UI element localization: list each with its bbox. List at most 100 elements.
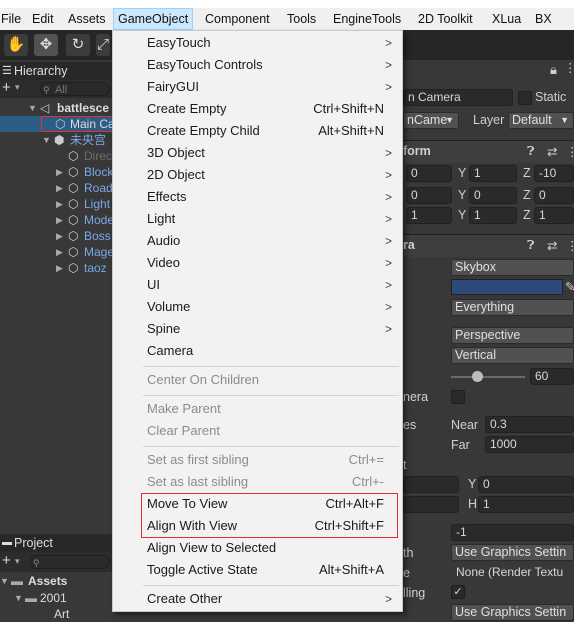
- eyedropper-icon[interactable]: ✎: [565, 279, 574, 294]
- hierarchy-row[interactable]: ⬡ Direc: [0, 148, 112, 164]
- scale-y-field[interactable]: 1: [469, 207, 517, 224]
- rect-w-field[interactable]: [403, 496, 459, 513]
- fov-slider-handle[interactable]: [472, 371, 483, 382]
- background-color-swatch[interactable]: [451, 279, 563, 295]
- menu-2d-toolkit[interactable]: 2D Toolkit: [414, 8, 477, 30]
- layer-dropdown[interactable]: Default ▼: [508, 112, 574, 129]
- expand-arrow-icon[interactable]: ▶: [56, 260, 63, 276]
- camera-header[interactable]: ra ❓︎ ⇄ ⋮: [403, 234, 574, 257]
- position-z-field[interactable]: -10: [534, 165, 574, 182]
- expand-arrow-icon[interactable]: ▼: [14, 590, 23, 606]
- hierarchy-row[interactable]: ▶ ⬡ Mode: [0, 212, 114, 228]
- more-options-icon[interactable]: ⋮: [564, 60, 574, 75]
- scale-x-field[interactable]: 1: [406, 207, 452, 224]
- menu-bx-pac[interactable]: BX PAC: [531, 8, 574, 48]
- hierarchy-tab[interactable]: ☰ Hierarchy: [0, 62, 112, 80]
- chevron-down-icon[interactable]: ▾: [15, 82, 20, 93]
- help-icon[interactable]: ❓︎: [527, 144, 535, 159]
- preset-icon[interactable]: ⇄: [547, 144, 557, 159]
- menu-gameobject[interactable]: GameObject: [113, 8, 194, 30]
- rect-y-field[interactable]: 0: [478, 476, 574, 493]
- scene-row[interactable]: ▼ ◁ battlesce: [0, 100, 112, 116]
- culling-mask-dropdown[interactable]: Everything: [451, 299, 574, 316]
- preset-icon[interactable]: ⇄: [547, 238, 557, 253]
- more-options-icon[interactable]: ⋮: [566, 238, 574, 253]
- hierarchy-row[interactable]: ▶ ⬡ Road: [0, 180, 113, 196]
- menu-xlua[interactable]: XLua: [488, 8, 525, 30]
- position-x-field[interactable]: 0: [406, 165, 452, 182]
- fov-slider-track[interactable]: [451, 376, 525, 378]
- menu-item-create-empty-child[interactable]: Create Empty Child Alt+Shift+N: [113, 120, 402, 142]
- hierarchy-row[interactable]: ▶ ⬡ Boss: [0, 228, 112, 244]
- expand-arrow-icon[interactable]: ▶: [56, 180, 63, 196]
- projection-dropdown[interactable]: Perspective: [451, 327, 574, 344]
- position-y-field[interactable]: 1: [469, 165, 517, 182]
- hand-tool-icon[interactable]: ✋: [4, 34, 28, 56]
- fov-value-field[interactable]: 60: [530, 368, 574, 385]
- hdr-dropdown[interactable]: Use Graphics Settin: [451, 604, 574, 621]
- rendering-path-dropdown[interactable]: Use Graphics Settin: [451, 544, 574, 561]
- lock-icon[interactable]: 🔒︎: [550, 62, 557, 78]
- add-icon[interactable]: +: [2, 552, 11, 569]
- tag-dropdown[interactable]: nCame ▼: [403, 112, 459, 129]
- hierarchy-search-input[interactable]: ⚲ All: [40, 82, 110, 96]
- hierarchy-row-prefab[interactable]: ▼ ⬢ 未央宫: [0, 132, 112, 148]
- physical-camera-checkbox[interactable]: [451, 390, 465, 404]
- menu-item-light[interactable]: Light >: [113, 208, 402, 230]
- rotation-x-field[interactable]: 0: [406, 187, 452, 204]
- menu-item-easytouch-controls[interactable]: EasyTouch Controls >: [113, 54, 402, 76]
- scale-z-field[interactable]: 1: [534, 207, 574, 224]
- chevron-down-icon[interactable]: ▾: [15, 556, 20, 567]
- fov-axis-dropdown[interactable]: Vertical: [451, 347, 574, 364]
- expand-arrow-icon[interactable]: ▼: [42, 132, 51, 148]
- menu-tools[interactable]: Tools: [283, 8, 320, 30]
- expand-arrow-icon[interactable]: ▶: [56, 244, 63, 260]
- menu-item-easytouch[interactable]: EasyTouch >: [113, 32, 402, 54]
- static-checkbox[interactable]: [518, 91, 532, 105]
- rect-h-field[interactable]: 1: [478, 496, 574, 513]
- project-row-child[interactable]: Art: [0, 606, 112, 622]
- rotation-y-field[interactable]: 0: [469, 187, 517, 204]
- clear-flags-dropdown[interactable]: Skybox: [451, 259, 574, 276]
- menu-item-volume[interactable]: Volume >: [113, 296, 402, 318]
- menu-enginetools[interactable]: EngineTools: [329, 8, 405, 30]
- menu-item-camera[interactable]: Camera: [113, 340, 402, 362]
- menu-item-toggle-active-state[interactable]: Toggle Active State Alt+Shift+A: [113, 559, 402, 581]
- more-options-icon[interactable]: ⋮: [566, 144, 574, 159]
- menu-item-2d-object[interactable]: 2D Object >: [113, 164, 402, 186]
- menu-item-create-empty[interactable]: Create Empty Ctrl+Shift+N: [113, 98, 402, 120]
- project-row-assets[interactable]: ▼ ▬ Assets: [0, 573, 112, 589]
- menu-item-align-view-to-selected[interactable]: Align View to Selected: [113, 537, 402, 559]
- hierarchy-row[interactable]: ▶ ⬡ taoz: [0, 260, 112, 276]
- hierarchy-row[interactable]: ▶ ⬡ Light: [0, 196, 112, 212]
- expand-arrow-icon[interactable]: ▶: [56, 164, 63, 180]
- hierarchy-row[interactable]: ▶ ⬡ Mage: [0, 244, 114, 260]
- menu-item-audio[interactable]: Audio >: [113, 230, 402, 252]
- expand-arrow-icon[interactable]: ▼: [0, 573, 9, 589]
- rect-x-field[interactable]: [403, 476, 459, 493]
- far-field[interactable]: 1000: [485, 436, 574, 453]
- target-texture-field[interactable]: None (Render Textu: [451, 564, 574, 581]
- scale-tool-icon[interactable]: ⤢: [96, 34, 110, 56]
- hierarchy-row[interactable]: ▶ ⬡ Block: [0, 164, 113, 180]
- menu-edit[interactable]: Edit: [28, 8, 58, 30]
- project-row-folder[interactable]: ▼ ▬ 2001: [0, 590, 112, 606]
- object-name-field[interactable]: n Camera: [403, 89, 513, 106]
- rotation-z-field[interactable]: 0: [534, 187, 574, 204]
- project-search-input[interactable]: ⚲: [30, 555, 110, 569]
- rotate-tool-icon[interactable]: ↻: [66, 34, 90, 56]
- menu-component[interactable]: Component: [201, 8, 274, 30]
- depth-field[interactable]: -1: [451, 524, 574, 541]
- occlusion-culling-checkbox[interactable]: ✓: [451, 585, 465, 599]
- transform-header[interactable]: form ❓︎ ⇄ ⋮: [403, 140, 574, 163]
- menu-assets[interactable]: Assets: [64, 8, 110, 30]
- help-icon[interactable]: ❓︎: [527, 238, 535, 253]
- move-tool-icon[interactable]: ✥: [34, 34, 58, 56]
- menu-item-effects[interactable]: Effects >: [113, 186, 402, 208]
- expand-arrow-icon[interactable]: ▼: [28, 100, 37, 116]
- expand-arrow-icon[interactable]: ▶: [56, 196, 63, 212]
- project-tab[interactable]: ▬ Project: [0, 534, 112, 552]
- menu-item-3d-object[interactable]: 3D Object >: [113, 142, 402, 164]
- add-icon[interactable]: +: [2, 79, 11, 96]
- menu-item-fairygui[interactable]: FairyGUI >: [113, 76, 402, 98]
